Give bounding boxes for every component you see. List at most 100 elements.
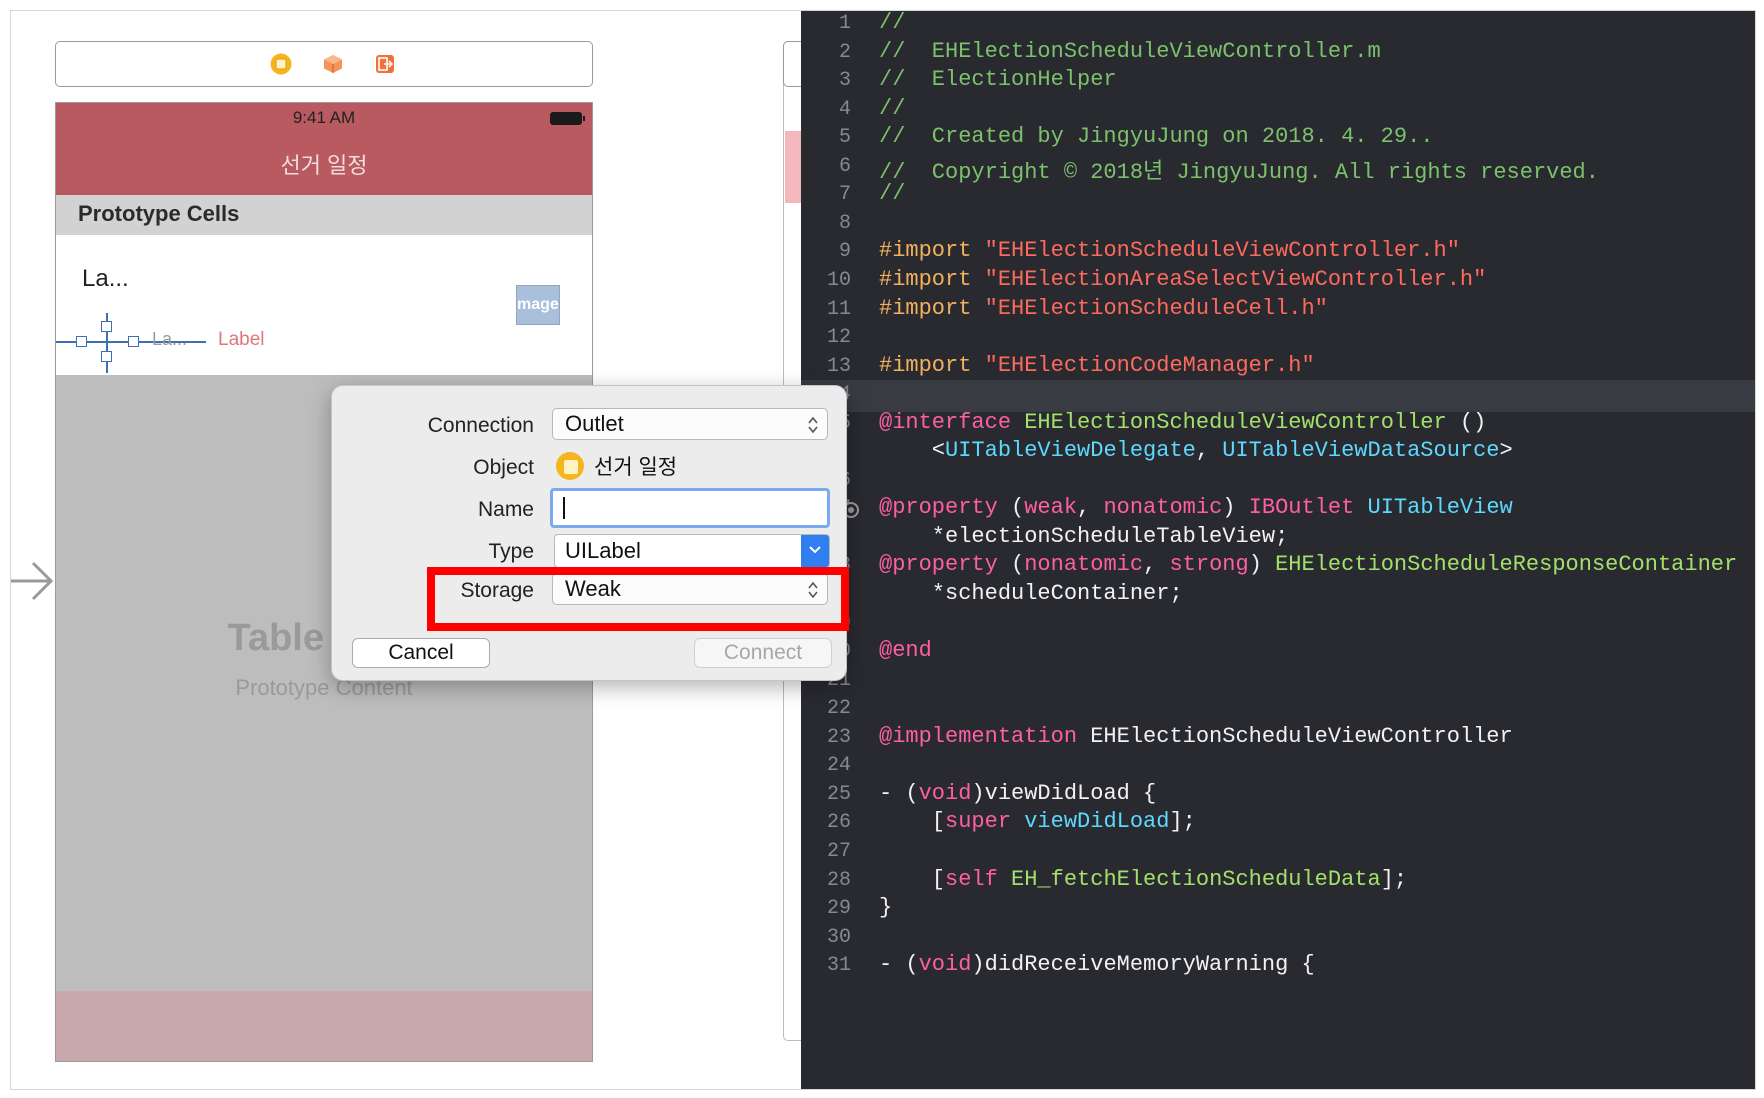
exit-icon[interactable] <box>374 53 396 75</box>
cell-subtitle-label[interactable]: La... <box>152 329 187 350</box>
code-text[interactable]: // <box>879 96 905 121</box>
line-number[interactable]: 31 <box>801 954 851 977</box>
code-text[interactable]: // EHElectionScheduleViewController.m <box>879 39 1381 64</box>
code-text[interactable]: @end <box>879 638 932 663</box>
resize-handle[interactable] <box>101 321 112 332</box>
type-combobox[interactable]: UILabel <box>554 534 830 568</box>
connection-select[interactable]: Outlet <box>552 408 828 440</box>
line-number[interactable]: 5 <box>801 126 851 149</box>
line-number[interactable]: 28 <box>801 869 851 892</box>
line-number[interactable]: 1 <box>801 12 851 35</box>
code-line[interactable]: 21 <box>801 666 1755 698</box>
line-number[interactable]: 9 <box>801 240 851 263</box>
code-line[interactable]: 16 <box>801 466 1755 498</box>
first-responder-icon[interactable] <box>322 53 344 75</box>
line-number[interactable]: 4 <box>801 98 851 121</box>
code-text[interactable]: @implementation EHElectionScheduleViewCo… <box>879 724 1513 749</box>
code-line[interactable]: *scheduleContainer; <box>801 580 1755 612</box>
code-line[interactable]: 14 <box>801 380 1755 413</box>
resize-handle[interactable] <box>76 336 87 347</box>
connect-button[interactable]: Connect <box>694 638 832 668</box>
resize-handle[interactable] <box>101 351 112 362</box>
code-line[interactable]: *electionScheduleTableView; <box>801 523 1755 555</box>
code-line[interactable]: 8 <box>801 209 1755 241</box>
code-line[interactable]: 10 #import "EHElectionAreaSelectViewContr… <box>801 266 1755 298</box>
connection-popover[interactable]: Connection Outlet Object 선거 일정 Name Type… <box>331 385 847 681</box>
entry-point-arrow-icon[interactable] <box>11 559 57 603</box>
cell-title-label[interactable]: La... <box>82 265 129 293</box>
navigation-bar[interactable]: 9:41 AM 선거 일정 <box>56 103 592 195</box>
line-number[interactable]: 22 <box>801 697 851 720</box>
code-text[interactable]: } <box>879 895 892 920</box>
code-text[interactable]: #import "EHElectionScheduleCell.h" <box>879 296 1328 321</box>
code-line[interactable]: 27 <box>801 837 1755 869</box>
code-text[interactable]: *scheduleContainer; <box>879 581 1183 606</box>
code-line[interactable]: 18@property (nonatomic, strong) EHElecti… <box>801 551 1755 583</box>
code-text[interactable]: - (void)viewDidLoad { <box>879 781 1156 806</box>
view-controller-icon[interactable] <box>270 53 292 75</box>
code-line[interactable]: 24 <box>801 751 1755 783</box>
line-number[interactable]: 2 <box>801 41 851 64</box>
cell-image-view[interactable]: mageV <box>516 285 560 325</box>
line-number[interactable]: 7 <box>801 183 851 206</box>
prototype-cell[interactable]: La... mageV La... Label <box>56 235 592 375</box>
code-line[interactable]: 29} <box>801 894 1755 926</box>
line-number[interactable]: 29 <box>801 897 851 920</box>
code-line[interactable]: 6// Copyright © 2018년 JingyuJung. All ri… <box>801 152 1755 185</box>
code-line[interactable]: 26 [super viewDidLoad]; <box>801 808 1755 840</box>
code-text[interactable]: #import "EHElectionAreaSelectViewControl… <box>879 267 1486 292</box>
line-number[interactable]: 26 <box>801 811 851 834</box>
code-text[interactable]: <UITableViewDelegate, UITableViewDataSou… <box>879 438 1513 463</box>
line-number[interactable]: 13 <box>801 355 851 378</box>
code-text[interactable]: [self EH_fetchElectionScheduleData]; <box>879 867 1407 892</box>
code-line[interactable]: 19 <box>801 609 1755 641</box>
code-text[interactable]: *electionScheduleTableView; <box>879 524 1288 549</box>
code-line[interactable]: 3 // ElectionHelper <box>801 66 1755 98</box>
code-line[interactable]: 12 <box>801 323 1755 355</box>
code-text[interactable]: @property (nonatomic, strong) EHElection… <box>879 552 1737 577</box>
cancel-button[interactable]: Cancel <box>352 638 490 668</box>
code-line[interactable]: 28 [self EH_fetchElectionScheduleData]; <box>801 866 1755 898</box>
navigation-title[interactable]: 선거 일정 <box>56 148 592 180</box>
name-input[interactable] <box>550 488 830 528</box>
line-number[interactable]: 11 <box>801 298 851 321</box>
line-number[interactable]: 10 <box>801 269 851 292</box>
code-line[interactable]: 13 #import "EHElectionCodeManager.h" <box>801 352 1755 384</box>
code-text[interactable]: // <box>879 11 905 35</box>
code-text[interactable]: #import "EHElectionScheduleViewControlle… <box>879 238 1460 263</box>
code-editor[interactable]: 1 // 2 // EHElectionScheduleViewController.… <box>801 11 1755 1089</box>
code-line[interactable]: 4 // <box>801 95 1755 127</box>
code-text[interactable]: - (void)didReceiveMemoryWarning { <box>879 952 1315 977</box>
code-line[interactable]: 5 // Created by JingyuJung on 2018. 4. 29… <box>801 123 1755 155</box>
code-text[interactable]: // Created by JingyuJung on 2018. 4. 29.… <box>879 124 1434 149</box>
line-number[interactable]: 24 <box>801 754 851 777</box>
code-line[interactable]: 22 <box>801 694 1755 726</box>
code-text[interactable]: @property (weak, nonatomic) IBOutlet UIT… <box>879 495 1513 520</box>
type-dropdown-button[interactable] <box>801 535 829 567</box>
code-line[interactable]: 15@interface EHElectionScheduleViewContr… <box>801 409 1755 441</box>
code-text[interactable]: #import "EHElectionCodeManager.h" <box>879 353 1315 378</box>
code-line[interactable]: 17@property (weak, nonatomic) IBOutlet U… <box>801 494 1755 526</box>
code-text[interactable]: @interface EHElectionScheduleViewControl… <box>879 410 1486 435</box>
line-number[interactable]: 25 <box>801 783 851 806</box>
code-line[interactable]: <UITableViewDelegate, UITableViewDataSou… <box>801 437 1755 469</box>
cell-detail-label[interactable]: Label <box>218 329 265 351</box>
code-line[interactable]: 31 - (void)didReceiveMemoryWarning { <box>801 951 1755 983</box>
line-number[interactable]: 23 <box>801 726 851 749</box>
code-text[interactable]: [super viewDidLoad]; <box>879 809 1196 834</box>
line-number[interactable]: 12 <box>801 326 851 349</box>
code-line[interactable]: 20@end <box>801 637 1755 669</box>
code-text[interactable]: // <box>879 181 905 206</box>
code-line[interactable]: 1 // <box>801 11 1755 41</box>
code-line[interactable]: 30 <box>801 923 1755 955</box>
line-number[interactable]: 27 <box>801 840 851 863</box>
code-line[interactable]: 7 // <box>801 180 1755 212</box>
code-line[interactable]: 2 // EHElectionScheduleViewController.m <box>801 38 1755 70</box>
code-line[interactable]: 9 #import "EHElectionScheduleViewControll… <box>801 237 1755 269</box>
line-number[interactable]: 3 <box>801 69 851 92</box>
code-text[interactable]: // ElectionHelper <box>879 67 1117 92</box>
line-number[interactable]: 8 <box>801 212 851 235</box>
bottom-bar[interactable] <box>56 991 592 1061</box>
code-line[interactable]: 11 #import "EHElectionScheduleCell.h" <box>801 295 1755 327</box>
resize-handle[interactable] <box>128 336 139 347</box>
